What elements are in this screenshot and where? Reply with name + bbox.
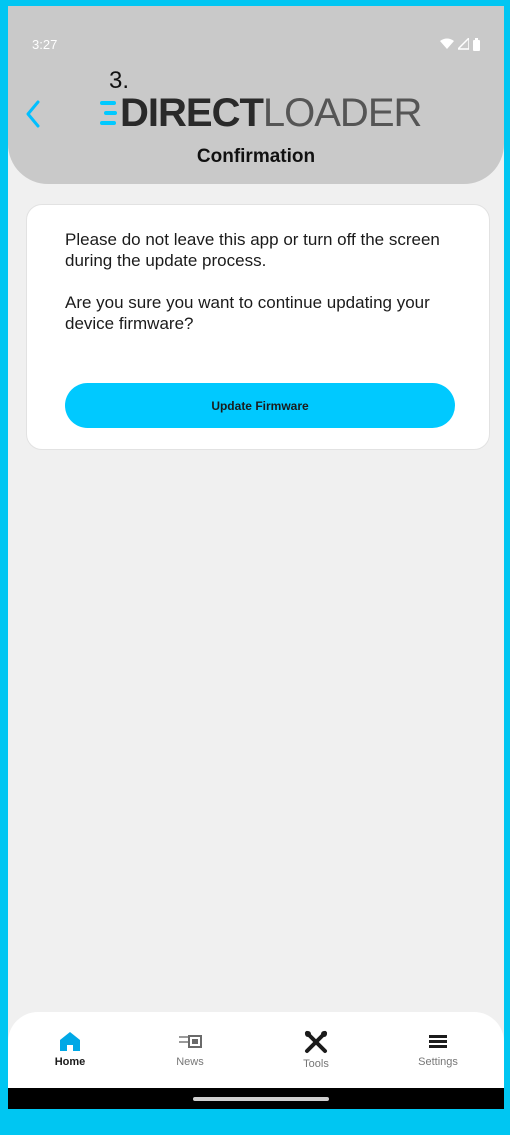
status-time: 3:27 — [32, 36, 58, 52]
chevron-left-icon — [26, 100, 40, 128]
wifi-icon — [440, 38, 454, 49]
nav-label-news: News — [176, 1056, 204, 1068]
nav-item-home[interactable]: Home — [20, 1030, 120, 1080]
nav-item-tools[interactable]: Tools — [266, 1030, 366, 1080]
status-bar: 3:27 — [32, 34, 480, 54]
news-icon — [179, 1035, 202, 1048]
status-icons — [440, 37, 480, 51]
nav-label-settings: Settings — [418, 1056, 458, 1068]
home-indicator[interactable] — [193, 1097, 329, 1101]
signal-icon — [458, 38, 469, 50]
nav-label-home: Home — [54, 1056, 86, 1068]
menu-icon — [429, 1035, 447, 1048]
app-header: 3:27 3. DIRECT LOADER Confirmation — [8, 6, 504, 184]
confirmation-card: Please do not leave this app or turn off… — [26, 204, 490, 450]
confirm-question: Are you sure you want to continue updati… — [65, 293, 430, 333]
bottom-nav: Home News Tools Settings — [8, 1012, 504, 1088]
app-window: 3:27 3. DIRECT LOADER Confirmation Pleas… — [0, 0, 510, 1135]
update-firmware-button[interactable]: Update Firmware — [65, 383, 455, 428]
nav-label-tools: Tools — [303, 1058, 329, 1070]
logo-text-direct: DIRECT — [120, 90, 264, 135]
page-title: Confirmation — [196, 146, 316, 167]
nav-item-news[interactable]: News — [140, 1030, 240, 1080]
tools-icon — [305, 1031, 327, 1053]
battery-icon — [473, 37, 480, 51]
logo-text-loader: LOADER — [262, 90, 422, 135]
system-nav-bar — [8, 1088, 504, 1109]
back-button[interactable] — [18, 94, 48, 134]
warning-message: Please do not leave this app or turn off… — [65, 230, 440, 270]
nav-item-settings[interactable]: Settings — [388, 1030, 488, 1080]
home-icon — [60, 1032, 80, 1051]
app-logo: DIRECT LOADER — [100, 90, 422, 136]
logo-mark-icon — [100, 101, 117, 125]
